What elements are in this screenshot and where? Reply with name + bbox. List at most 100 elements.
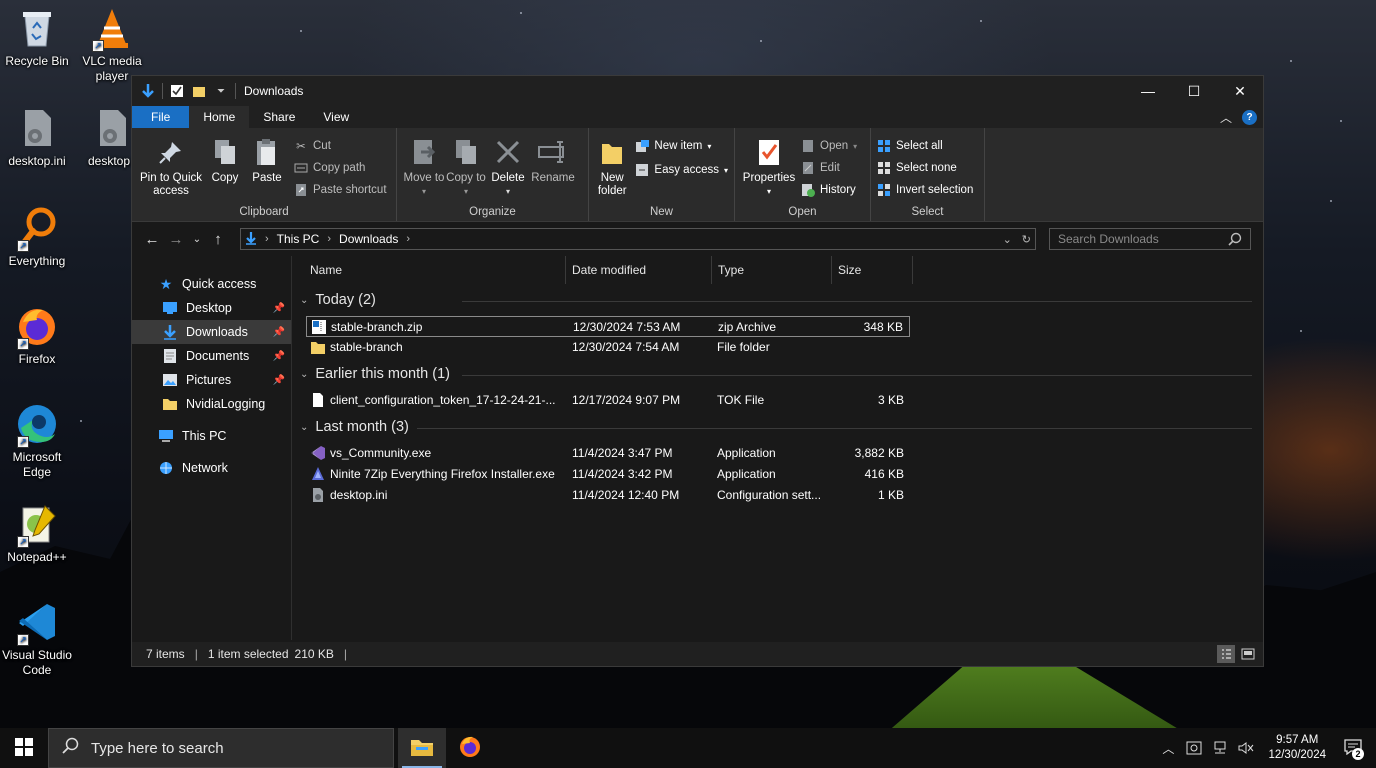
edit-button[interactable]: Edit — [801, 160, 857, 176]
security-notification-icon[interactable] — [1186, 740, 1202, 756]
desktop-icon-edge[interactable]: ↗ Microsoft Edge — [0, 402, 74, 480]
desktop-icon-firefox[interactable]: ↗ Firefox — [0, 304, 74, 367]
volume-muted-icon[interactable] — [1238, 740, 1254, 756]
pin-icon: 📌 — [272, 326, 285, 338]
paste-shortcut-label: Paste shortcut — [313, 184, 387, 196]
refresh-icon[interactable]: ↻ — [1022, 233, 1031, 246]
tab-view[interactable]: View — [309, 106, 363, 128]
select-all-label: Select all — [896, 140, 943, 152]
notification-center-button[interactable]: 2 — [1340, 728, 1366, 768]
desktop-icon-recycle-bin[interactable]: Recycle Bin — [0, 6, 74, 69]
column-header-name[interactable]: Name — [304, 256, 566, 284]
cut-button[interactable]: ✂ Cut — [294, 138, 387, 154]
history-label: History — [820, 184, 856, 196]
search-placeholder: Search Downloads — [1058, 232, 1159, 246]
taskbar-file-explorer[interactable] — [398, 728, 446, 768]
select-none-button[interactable]: Select none — [877, 160, 973, 176]
maximize-button[interactable]: ☐ — [1171, 76, 1217, 106]
taskbar-firefox[interactable] — [446, 728, 494, 768]
status-item-count: 7 items — [146, 647, 185, 661]
back-arrow-icon[interactable]: ← — [140, 231, 164, 248]
select-all-button[interactable]: Select all — [877, 138, 973, 154]
nav-quick-access[interactable]: ★ Quick access — [132, 272, 291, 296]
tab-home[interactable]: Home — [189, 106, 250, 128]
clock-date: 12/30/2024 — [1268, 749, 1326, 761]
navigation-pane: ★ Quick access Desktop 📌 Downloads 📌 Doc… — [132, 256, 292, 640]
desktop-icon-vlc[interactable]: ↗ VLC media player — [75, 6, 149, 84]
forward-arrow-icon[interactable]: → — [164, 231, 188, 248]
recent-locations-chevron-icon[interactable]: ⌄ — [188, 234, 206, 245]
file-row[interactable]: desktop.ini 11/4/2024 12:40 PM Configura… — [306, 485, 910, 506]
file-name: vs_Community.exe — [330, 446, 432, 460]
folder-icon — [162, 396, 178, 412]
details-view-icon[interactable] — [1217, 645, 1235, 663]
column-header-size[interactable]: Size — [832, 256, 913, 284]
group-header-last-month[interactable]: ⌄ Last month (3) — [300, 416, 409, 438]
column-header-type[interactable]: Type — [712, 256, 832, 284]
history-button[interactable]: History — [801, 182, 857, 198]
customize-qat-icon[interactable]: ⏷ — [213, 83, 229, 99]
nav-this-pc[interactable]: This PC — [132, 424, 291, 448]
desktop-icon-label: desktop.ini — [8, 154, 66, 168]
address-bar[interactable]: › This PC › Downloads › ⌄ ↻ — [240, 228, 1036, 250]
nav-pictures[interactable]: Pictures 📌 — [132, 368, 291, 392]
windows-logo-icon — [15, 737, 33, 759]
file-row[interactable]: stable-branch.zip 12/30/2024 7:53 AM zip… — [306, 316, 910, 337]
pin-icon: 📌 — [272, 374, 285, 386]
nav-nvidialogging[interactable]: NvidiaLogging — [132, 392, 291, 416]
large-icons-view-icon[interactable] — [1239, 645, 1257, 663]
copy-path-icon — [294, 161, 308, 175]
easy-access-button[interactable]: Easy access ▾ — [635, 162, 728, 178]
tab-share[interactable]: Share — [249, 106, 309, 128]
collapse-ribbon-icon[interactable]: ︿ — [1220, 109, 1232, 126]
desktop-icon-everything[interactable]: ↗ Everything — [0, 206, 74, 269]
network-status-icon[interactable] — [1212, 740, 1228, 756]
minimize-button[interactable]: — — [1125, 76, 1171, 106]
breadcrumb-this-pc[interactable]: This PC — [277, 232, 320, 246]
taskbar-clock[interactable]: 9:57 AM 12/30/2024 — [1264, 733, 1330, 763]
file-row[interactable]: client_configuration_token_17-12-24-21-.… — [306, 390, 910, 411]
nav-desktop[interactable]: Desktop 📌 — [132, 296, 291, 320]
nav-network[interactable]: Network — [132, 456, 291, 480]
firefox-icon: ↗ — [15, 304, 59, 350]
select-group: Select all Select none Invert selection … — [871, 128, 985, 221]
show-hidden-icons-chevron-icon[interactable]: ︿ — [1160, 740, 1176, 756]
column-headers: Name Date modified Type Size — [292, 256, 1263, 284]
tab-file[interactable]: File — [132, 106, 190, 128]
paste-shortcut-button[interactable]: Paste shortcut — [294, 182, 387, 198]
file-size: 1 KB — [877, 488, 904, 502]
breadcrumb-downloads[interactable]: Downloads — [339, 232, 398, 246]
group-header-today[interactable]: ⌄ Today (2) — [300, 289, 376, 311]
file-size: 3,882 KB — [854, 446, 904, 460]
open-button[interactable]: Open ▾ — [801, 138, 857, 154]
properties-qat-icon[interactable] — [169, 83, 185, 99]
taskbar-search-placeholder: Type here to search — [91, 739, 224, 757]
desktop-icon-desktop-ini-1[interactable]: desktop.ini — [0, 106, 74, 169]
group-header-earlier-this-month[interactable]: ⌄ Earlier this month (1) — [300, 363, 450, 385]
address-history-chevron-icon[interactable]: ⌄ — [1003, 233, 1012, 246]
copy-label: Copy — [211, 172, 239, 184]
column-header-date-modified[interactable]: Date modified — [566, 256, 712, 284]
desktop-icon-notepadpp[interactable]: ↗ Notepad++ — [0, 502, 74, 565]
file-row[interactable]: vs_Community.exe 11/4/2024 3:47 PM Appli… — [306, 443, 910, 464]
copy-path-button[interactable]: Copy path — [294, 160, 387, 176]
help-icon[interactable]: ? — [1242, 110, 1257, 125]
taskbar-search-box[interactable]: Type here to search — [48, 728, 394, 768]
file-row[interactable]: Ninite 7Zip Everything Firefox Installer… — [306, 464, 910, 485]
new-item-button[interactable]: New item ▾ — [635, 138, 728, 154]
invert-selection-button[interactable]: Invert selection — [877, 182, 973, 198]
new-folder-qat-icon[interactable] — [191, 83, 207, 99]
nav-documents[interactable]: Documents 📌 — [132, 344, 291, 368]
nav-downloads[interactable]: Downloads 📌 — [132, 320, 291, 344]
delete-x-icon — [492, 136, 524, 168]
vlc-icon: ↗ — [90, 6, 134, 52]
edit-icon — [801, 161, 815, 175]
status-bar: 7 items | 1 item selected 210 KB | — [132, 642, 1263, 666]
desktop-icon-vscode[interactable]: ↗ Visual Studio Code — [0, 600, 74, 678]
file-row[interactable]: stable-branch 12/30/2024 7:54 AM File fo… — [306, 337, 910, 358]
search-input[interactable]: Search Downloads — [1049, 228, 1251, 250]
up-arrow-icon[interactable]: ↑ — [206, 231, 230, 248]
start-button[interactable] — [0, 728, 48, 768]
window-controls: — ☐ ✕ — [1125, 76, 1263, 106]
close-button[interactable]: ✕ — [1217, 76, 1263, 106]
